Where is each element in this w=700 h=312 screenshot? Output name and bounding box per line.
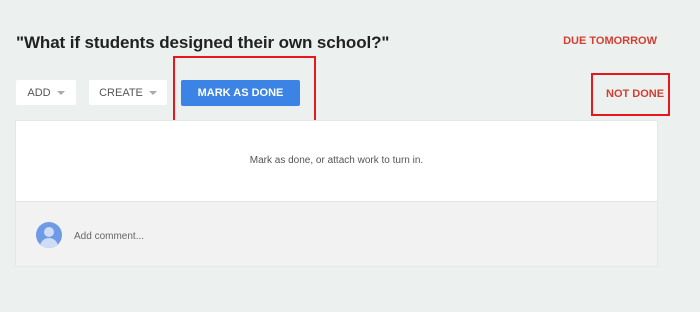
work-message: Mark as done, or attach work to turn in. bbox=[249, 155, 424, 166]
work-card: Mark as done, or attach work to turn in. bbox=[16, 121, 657, 266]
mark-as-done-button[interactable]: MARK AS DONE bbox=[181, 80, 300, 106]
comment-bar bbox=[16, 201, 657, 266]
caret-down-icon bbox=[56, 90, 65, 95]
due-date-label: DUE TOMORROW bbox=[563, 35, 657, 47]
assignment-page: "What if students designed their own sch… bbox=[0, 0, 700, 312]
assignment-title: "What if students designed their own sch… bbox=[16, 33, 390, 52]
add-button[interactable]: ADD bbox=[16, 80, 76, 105]
status-label: NOT DONE bbox=[606, 88, 665, 100]
avatar-icon bbox=[36, 222, 62, 248]
caret-down-icon bbox=[148, 90, 157, 95]
create-button[interactable]: CREATE bbox=[89, 80, 167, 105]
add-button-label: ADD bbox=[27, 86, 51, 99]
create-button-label: CREATE bbox=[99, 86, 143, 99]
comment-input[interactable] bbox=[74, 229, 374, 243]
